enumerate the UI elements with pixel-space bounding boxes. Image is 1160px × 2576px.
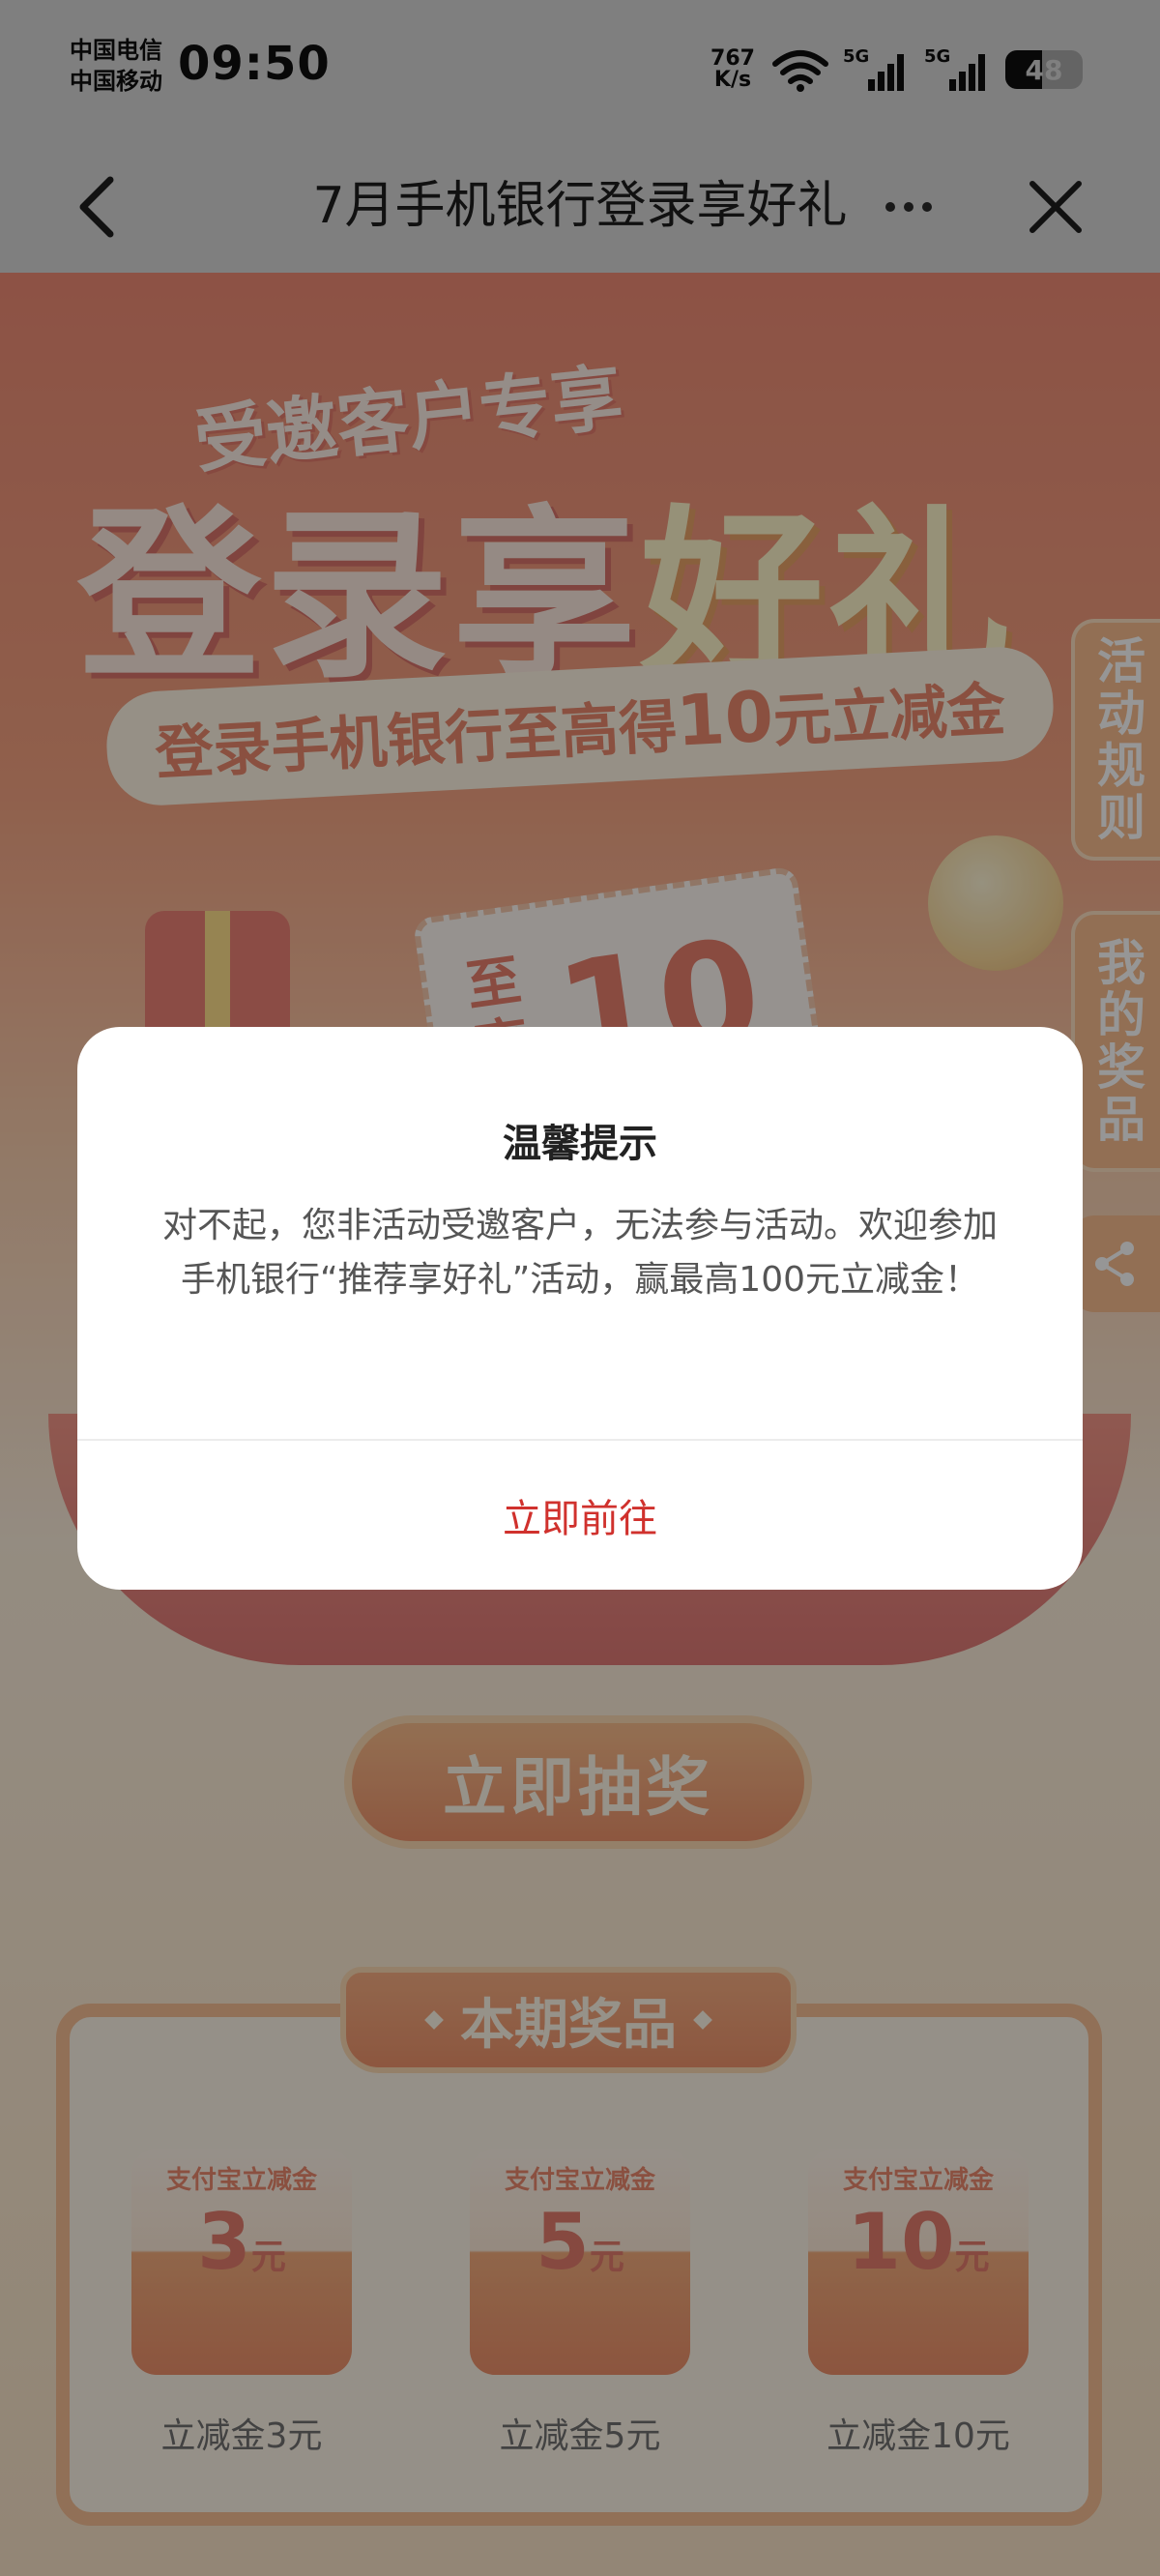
dialog-message: 对不起，您非活动受邀客户，无法参与活动。欢迎参加手机银行“推荐享好礼”活动，赢最… <box>161 1206 998 1300</box>
notice-dialog: 温馨提示 对不起，您非活动受邀客户，无法参与活动。欢迎参加手机银行“推荐享好礼”… <box>77 1027 1083 1590</box>
dialog-title: 温馨提示 <box>503 1122 657 1166</box>
go-now-button[interactable]: 立即前往 <box>77 1441 1083 1590</box>
